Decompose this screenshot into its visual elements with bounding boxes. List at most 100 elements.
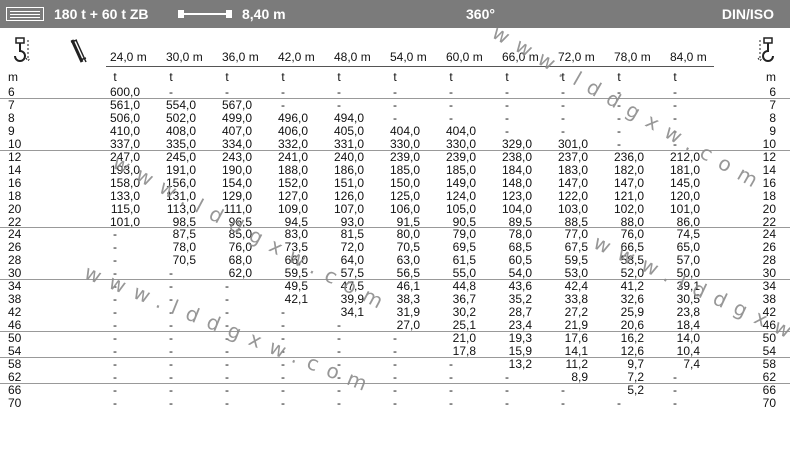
load-value: 408,0 — [165, 123, 196, 138]
load-value: 9,7 — [627, 356, 644, 371]
load-value: 28,7 — [508, 305, 532, 320]
radius-right: 24 — [762, 227, 776, 242]
load-value: 76,0 — [228, 240, 252, 255]
radius-right: 8 — [769, 110, 776, 125]
load-value: 506,0 — [109, 110, 140, 125]
load-value: 59,5 — [284, 266, 308, 281]
load-value: 126,0 — [333, 188, 364, 203]
load-value: 150,0 — [389, 175, 420, 190]
load-value: - — [505, 382, 509, 397]
load-value: - — [505, 369, 509, 384]
boom-length-label: 30,0 m — [166, 50, 203, 64]
load-value: 94,5 — [284, 214, 308, 229]
load-value: 86,0 — [676, 214, 700, 229]
load-value: 147,0 — [557, 175, 588, 190]
radius-left: 6 — [8, 85, 15, 99]
load-value: 121,0 — [613, 188, 644, 203]
load-value: - — [169, 266, 173, 281]
load-value: 19,3 — [508, 331, 532, 346]
load-value: - — [561, 110, 565, 125]
load-value: 193,0 — [109, 162, 140, 177]
load-value: - — [113, 344, 117, 358]
load-value: 42,4 — [564, 279, 588, 294]
unit-label: t — [337, 70, 341, 84]
load-value: 27,2 — [564, 305, 588, 320]
load-value: 14,1 — [564, 344, 588, 358]
load-value: - — [561, 97, 565, 112]
radius-right: 6 — [769, 85, 776, 99]
load-value: 18,4 — [676, 318, 700, 333]
load-value: 499,0 — [221, 110, 252, 125]
load-value: - — [169, 356, 173, 371]
unit-label: t — [449, 70, 453, 84]
load-value: 68,0 — [228, 253, 252, 268]
boom-length-label: 42,0 m — [278, 50, 315, 64]
radius-left: 7 — [8, 97, 15, 112]
load-value: 147,0 — [613, 175, 644, 190]
load-value: 74,5 — [676, 227, 700, 242]
load-value: 182,0 — [613, 162, 644, 177]
load-value: 125,0 — [389, 188, 420, 203]
load-value: 78,0 — [508, 227, 532, 242]
load-value: 35,2 — [508, 292, 532, 307]
hook-icon — [757, 37, 774, 62]
load-value: 334,0 — [221, 136, 252, 151]
radius-right: 58 — [762, 356, 776, 371]
load-value: 554,0 — [165, 97, 196, 112]
menu-icon[interactable] — [6, 7, 44, 21]
load-value: 148,0 — [501, 175, 532, 190]
boom-length-label: 78,0 m — [614, 50, 651, 64]
load-value: 181,0 — [669, 162, 700, 177]
load-value: 156,0 — [165, 175, 196, 190]
load-value: 124,0 — [445, 188, 476, 203]
load-value: 52,0 — [620, 266, 644, 281]
load-value: 5,2 — [627, 382, 644, 397]
load-value: 55,0 — [452, 266, 476, 281]
load-value: - — [561, 123, 565, 138]
load-value: - — [393, 344, 397, 358]
radius-right: 16 — [762, 175, 776, 190]
load-value: 123,0 — [501, 188, 532, 203]
load-value: - — [281, 369, 285, 384]
load-value: 34,1 — [340, 305, 364, 320]
jib-icon — [70, 39, 87, 63]
load-value: 42,1 — [284, 292, 308, 307]
load-value: 151,0 — [333, 175, 364, 190]
load-value: 410,0 — [109, 123, 140, 138]
radius-left: 42 — [8, 305, 22, 320]
load-value: 63,0 — [396, 253, 420, 268]
radius-right: 66 — [762, 382, 776, 397]
load-value: 43,6 — [508, 279, 532, 294]
load-value: 239,0 — [445, 149, 476, 164]
load-value: 39,9 — [340, 292, 364, 307]
load-value: 115,0 — [110, 201, 140, 216]
load-value: 131,0 — [165, 188, 196, 203]
load-value: 83,0 — [284, 227, 308, 242]
boom-icon — [178, 10, 232, 18]
load-value: 494,0 — [333, 110, 364, 125]
load-value: 238,0 — [501, 149, 532, 164]
load-value: 331,0 — [333, 136, 364, 151]
radius-right: 20 — [762, 201, 776, 216]
load-value: 72,0 — [340, 240, 364, 255]
load-value: 33,8 — [564, 292, 588, 307]
load-value: 15,9 — [508, 344, 532, 358]
radius-right: 9 — [769, 123, 776, 138]
load-value: - — [673, 110, 677, 125]
load-value: - — [225, 382, 229, 397]
radius-left: 24 — [8, 227, 22, 242]
boom-length-label: 54,0 m — [390, 50, 427, 64]
load-value: - — [449, 85, 453, 99]
load-value: 405,0 — [333, 123, 364, 138]
radius-right: 22 — [762, 214, 776, 229]
load-value: - — [673, 97, 677, 112]
load-value: 30,5 — [676, 292, 700, 307]
load-value: - — [169, 85, 173, 99]
load-value: 62,0 — [228, 266, 252, 281]
load-value: 36,7 — [452, 292, 476, 307]
load-value: 407,0 — [221, 123, 252, 138]
radius-left: 10 — [8, 136, 22, 151]
load-value: - — [393, 356, 397, 371]
boom-length-label: 60,0 m — [446, 50, 483, 64]
load-value: - — [449, 356, 453, 371]
